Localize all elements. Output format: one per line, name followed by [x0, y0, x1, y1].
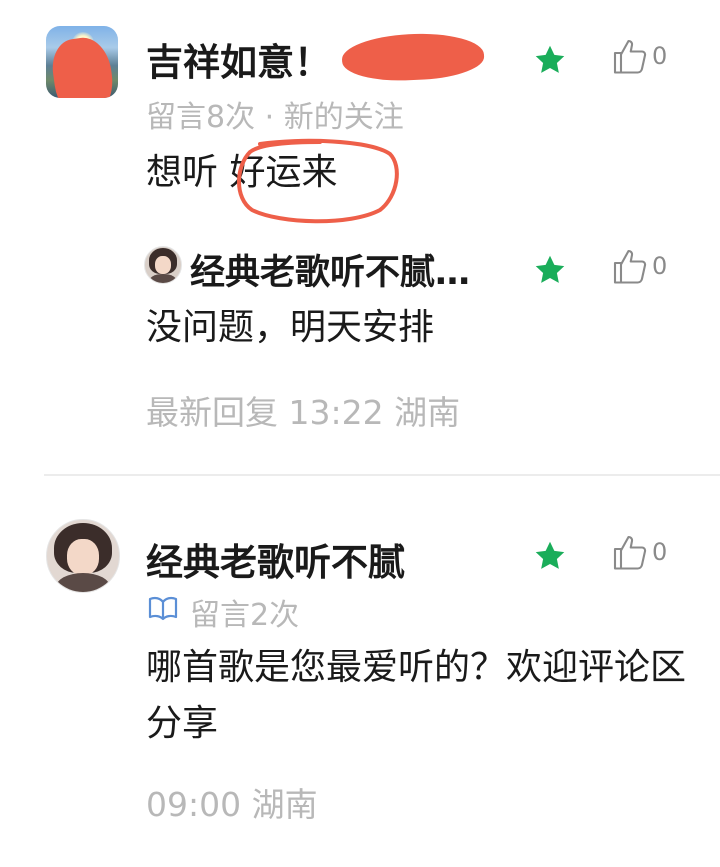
like-count: 0 [652, 252, 668, 280]
star-icon[interactable] [532, 42, 568, 78]
star-icon[interactable] [532, 538, 568, 574]
comment-meta: 留言2次 [190, 598, 300, 633]
highlight-circle [237, 138, 399, 224]
reply-timestamp: 最新回复 13:22 湖南 [146, 393, 461, 432]
avatar[interactable] [46, 26, 118, 98]
redaction-scribble [48, 34, 118, 98]
book-icon [148, 596, 178, 621]
comment-meta: 留言8次 · 新的关注 [146, 100, 404, 135]
thumbs-up-icon [613, 39, 647, 74]
avatar[interactable] [46, 519, 120, 593]
reply-author-name[interactable]: 经典老歌听不腻… [190, 244, 470, 295]
like-button[interactable]: 0 [612, 36, 667, 76]
comment-list: 吉祥如意！ 0 留言8次 · 新的关注 想听 好运来 经典老歌听不腻… 0 没问… [0, 0, 720, 867]
comment-text: 哪首歌是您最爱听的？欢迎评论区分享 [146, 647, 687, 744]
reply-text: 没问题，明天安排 [146, 307, 435, 348]
like-count: 0 [652, 42, 668, 70]
thumbs-up-icon [613, 535, 647, 570]
like-count: 0 [652, 538, 668, 566]
like-button[interactable]: 0 [612, 532, 667, 572]
divider [44, 474, 720, 476]
redaction-scribble [340, 30, 486, 84]
commenter-name[interactable]: 经典老歌听不腻 [146, 532, 405, 586]
thumbs-up-icon [613, 249, 647, 284]
star-icon[interactable] [532, 252, 568, 288]
commenter-name[interactable]: 吉祥如意！ [146, 32, 331, 86]
like-button[interactable]: 0 [612, 246, 667, 286]
avatar[interactable] [144, 246, 182, 284]
comment-timestamp: 09:00 湖南 [146, 785, 318, 824]
